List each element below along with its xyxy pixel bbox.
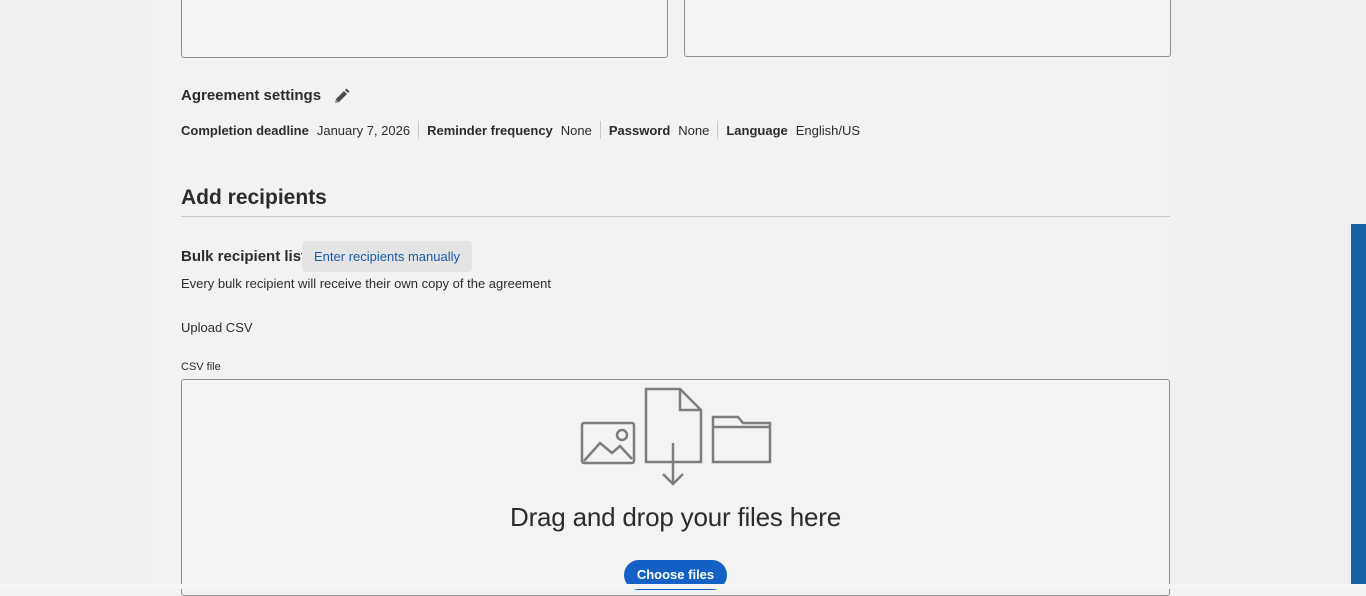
file-dropzone[interactable]: Drag and drop your files here Choose fil… xyxy=(181,379,1170,596)
setting-key: Reminder frequency xyxy=(427,122,553,138)
file-download-icon xyxy=(644,387,703,486)
setting-value: English/US xyxy=(795,122,861,138)
upload-csv-label: Upload CSV xyxy=(181,320,253,335)
document-preview-right xyxy=(684,0,1171,57)
pencil-icon[interactable] xyxy=(331,87,351,107)
agreement-settings-title: Agreement settings xyxy=(181,87,322,104)
setting-password: Password None xyxy=(609,123,710,138)
csv-file-label: CSV file xyxy=(181,361,221,373)
add-recipients-title: Add recipients xyxy=(181,186,327,209)
drop-illustration xyxy=(580,387,774,487)
setting-value: None xyxy=(560,122,592,138)
setting-key: Completion deadline xyxy=(181,122,309,138)
folder-icon xyxy=(711,415,772,464)
setting-key: Password xyxy=(608,122,671,138)
enter-recipients-manually-button[interactable]: Enter recipients manually xyxy=(302,241,472,272)
agreement-settings-row: Completion deadline January 7, 2026 Remi… xyxy=(181,121,860,139)
section-divider xyxy=(181,216,1170,217)
divider xyxy=(717,121,719,139)
divider xyxy=(599,121,601,139)
image-icon xyxy=(580,421,636,465)
setting-completion-deadline: Completion deadline January 7, 2026 xyxy=(181,123,410,138)
page-gutter-right xyxy=(1170,0,1366,589)
scrollbar-thumb[interactable] xyxy=(1351,224,1366,589)
page-gutter-left xyxy=(0,0,150,589)
bulk-recipient-list-label: Bulk recipient list xyxy=(181,248,307,265)
setting-language: Language English/US xyxy=(726,123,860,138)
bulk-recipient-description: Every bulk recipient will receive their … xyxy=(181,276,551,291)
setting-key: Language xyxy=(726,122,788,138)
page-bottom-edge xyxy=(0,584,1366,589)
divider xyxy=(418,121,420,139)
drop-instructions: Drag and drop your files here xyxy=(510,502,841,532)
document-preview-left xyxy=(181,0,668,58)
setting-value: January 7, 2026 xyxy=(316,122,411,138)
setting-value: None xyxy=(678,122,710,138)
setting-reminder-frequency: Reminder frequency None xyxy=(427,123,592,138)
